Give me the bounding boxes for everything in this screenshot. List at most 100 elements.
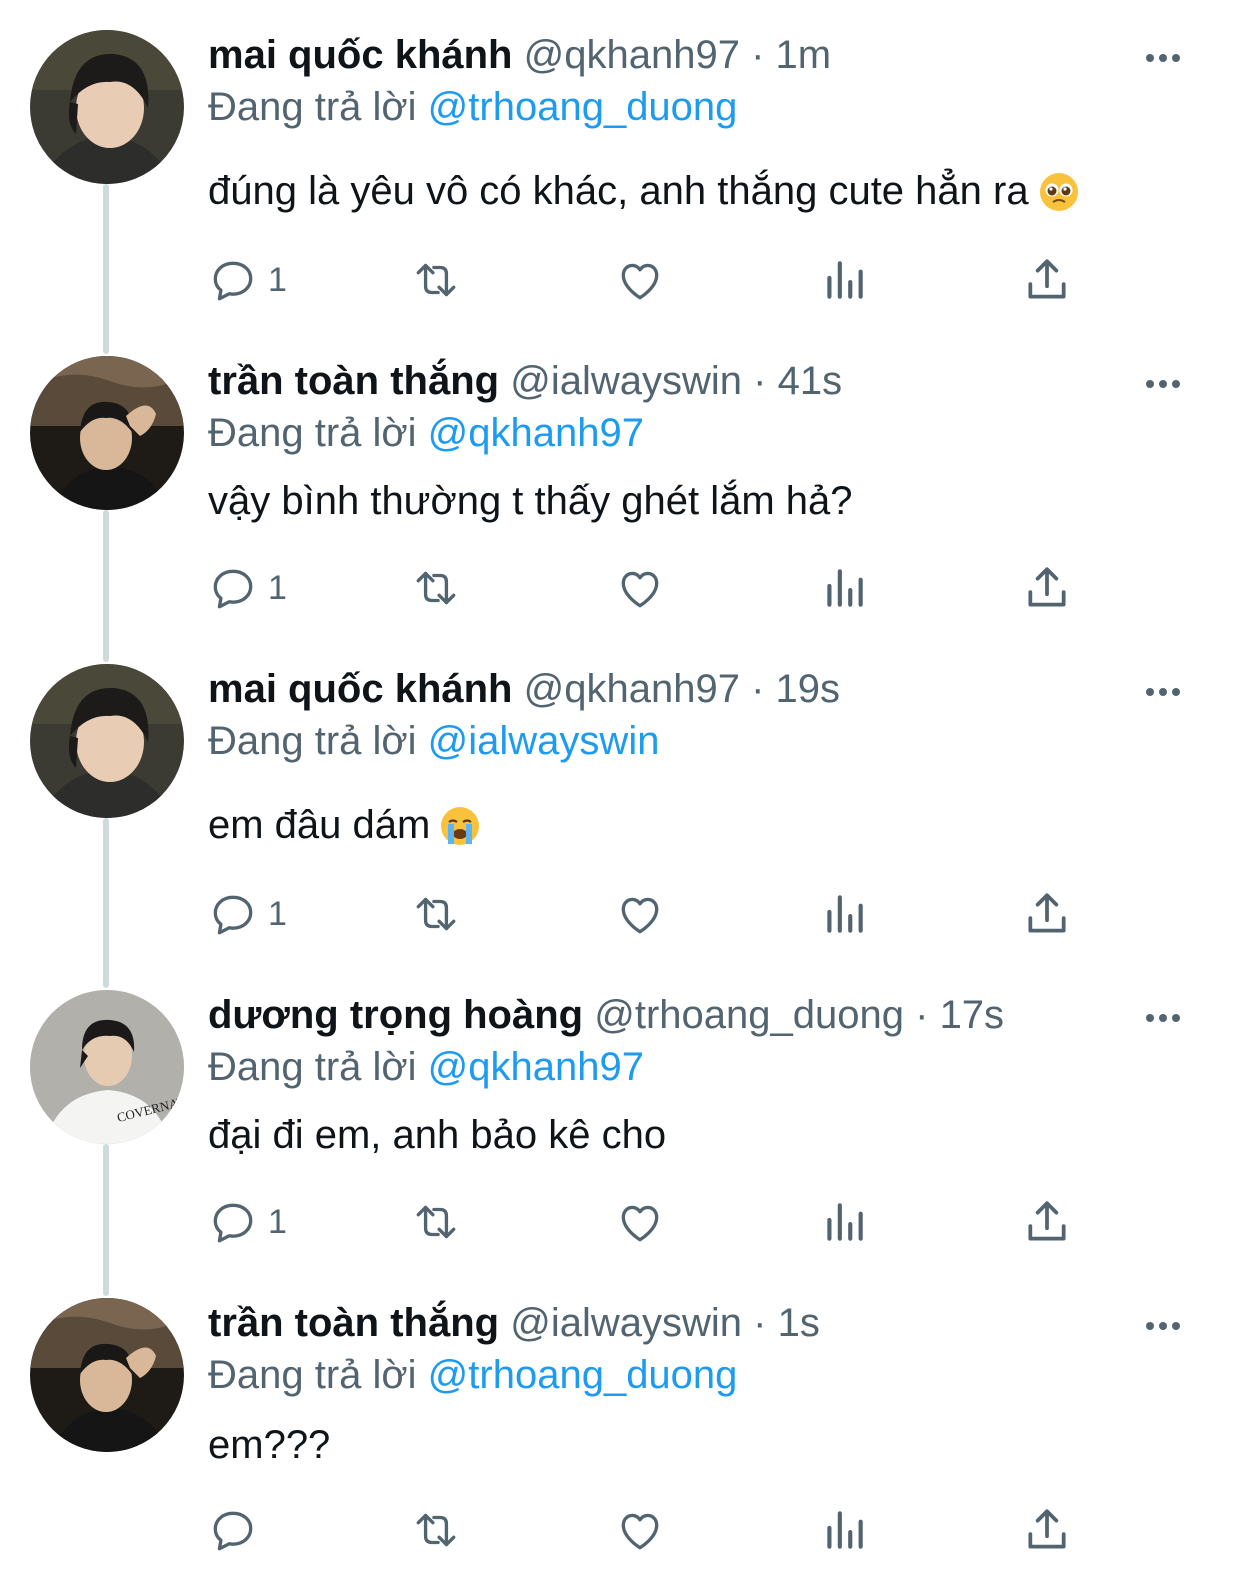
timestamp[interactable]: 41s <box>778 359 843 403</box>
reply-icon <box>213 1203 253 1243</box>
replying-to: Đang trả lời @trhoang_duong <box>208 1350 737 1400</box>
avatar[interactable] <box>30 1298 184 1452</box>
more-options-icon[interactable] <box>1143 38 1183 78</box>
analytics-icon <box>827 569 863 607</box>
mention-link[interactable]: @qkhanh97 <box>428 1045 644 1089</box>
more-options-icon[interactable] <box>1143 672 1183 712</box>
reply-count: 1 <box>268 894 287 933</box>
replying-to: Đang trả lời @trhoang_duong <box>208 82 737 132</box>
reply-button[interactable]: 1 <box>208 252 287 308</box>
share-button[interactable] <box>1022 252 1072 308</box>
analytics-icon <box>827 895 863 933</box>
user-handle[interactable]: @ialwayswin <box>510 1301 742 1345</box>
user-handle[interactable]: @qkhanh97 <box>524 667 740 711</box>
replying-to: Đang trả lời @qkhanh97 <box>208 1042 644 1092</box>
more-options-icon[interactable] <box>1143 364 1183 404</box>
retweet-button[interactable] <box>411 886 461 942</box>
reply-button[interactable]: 1 <box>208 886 287 942</box>
tweet-actions <box>208 1502 1108 1562</box>
more-options-icon[interactable] <box>1143 1306 1183 1346</box>
avatar[interactable] <box>30 664 184 818</box>
retweet-button[interactable] <box>411 560 461 616</box>
tweet[interactable]: mai quốc khánh @qkhanh97 · 19s Đang trả … <box>0 664 1242 964</box>
avatar[interactable]: COVERNAT <box>30 990 184 1144</box>
heart-icon <box>621 1513 659 1550</box>
share-button[interactable] <box>1022 1502 1072 1558</box>
timestamp[interactable]: 19s <box>776 667 841 711</box>
retweet-button[interactable] <box>411 1502 461 1558</box>
like-button[interactable] <box>615 1194 665 1250</box>
heart-icon <box>621 571 659 608</box>
avatar[interactable] <box>30 30 184 184</box>
display-name[interactable]: trần toàn thắng <box>208 359 499 403</box>
avatar-image <box>30 356 184 510</box>
tweet-text: vậy bình thường t thấy ghét lắm hả? <box>208 476 853 526</box>
user-handle[interactable]: @ialwayswin <box>510 359 742 403</box>
retweet-button[interactable] <box>411 252 461 308</box>
avatar[interactable] <box>30 356 184 510</box>
reply-button[interactable] <box>208 1502 268 1558</box>
display-name[interactable]: mai quốc khánh <box>208 667 513 711</box>
tweet-text: đại đi em, anh bảo kê cho <box>208 1110 666 1160</box>
reply-button[interactable]: 1 <box>208 560 287 616</box>
retweet-icon <box>416 571 456 605</box>
tweet-header: mai quốc khánh @qkhanh97 · 1m <box>208 30 1142 80</box>
mention-link[interactable]: @trhoang_duong <box>428 85 738 129</box>
display-name[interactable]: trần toàn thắng <box>208 1301 499 1345</box>
timestamp[interactable]: 17s <box>940 993 1005 1037</box>
tweet-header: mai quốc khánh @qkhanh97 · 19s <box>208 664 1142 714</box>
share-icon <box>1028 1509 1066 1549</box>
tweet-text-content: đúng là yêu vô có khác, anh thắng cute h… <box>208 169 1029 213</box>
loudly-crying-face-emoji-icon <box>440 806 480 858</box>
reply-button[interactable]: 1 <box>208 1194 287 1250</box>
timestamp[interactable]: 1s <box>778 1301 820 1345</box>
share-button[interactable] <box>1022 560 1072 616</box>
tweet[interactable]: trần toàn thắng @ialwayswin · 1s Đang tr… <box>0 1298 1242 1589</box>
retweet-icon <box>416 1205 456 1239</box>
like-button[interactable] <box>615 252 665 308</box>
reply-icon <box>213 261 253 301</box>
mention-link[interactable]: @ialwayswin <box>428 719 660 763</box>
retweet-button[interactable] <box>411 1194 461 1250</box>
replying-prefix: Đang trả lời <box>208 411 417 455</box>
more-options-icon[interactable] <box>1143 998 1183 1038</box>
like-button[interactable] <box>615 560 665 616</box>
tweet-actions: 1 <box>208 886 1108 946</box>
avatar-image <box>30 664 184 818</box>
mention-link[interactable]: @qkhanh97 <box>428 411 644 455</box>
separator-dot: · <box>753 359 767 403</box>
reply-icon <box>213 569 253 609</box>
views-button[interactable] <box>819 1194 869 1250</box>
tweet[interactable]: mai quốc khánh @qkhanh97 · 1m Đang trả l… <box>0 30 1242 330</box>
separator-dot: · <box>751 667 765 711</box>
user-handle[interactable]: @trhoang_duong <box>594 993 904 1037</box>
heart-icon <box>621 263 659 300</box>
tweet[interactable]: trần toàn thắng @ialwayswin · 41s Đang t… <box>0 356 1242 646</box>
views-button[interactable] <box>819 560 869 616</box>
views-button[interactable] <box>819 1502 869 1558</box>
replying-to: Đang trả lời @ialwayswin <box>208 716 659 766</box>
tweet-header: dương trọng hoàng @trhoang_duong · 17s <box>208 990 1142 1040</box>
share-button[interactable] <box>1022 886 1072 942</box>
display-name[interactable]: dương trọng hoàng <box>208 993 583 1037</box>
share-icon <box>1028 893 1066 933</box>
share-icon <box>1028 259 1066 299</box>
tweet-text: em??? <box>208 1420 330 1470</box>
like-button[interactable] <box>615 1502 665 1558</box>
like-button[interactable] <box>615 886 665 942</box>
views-button[interactable] <box>819 252 869 308</box>
avatar-image <box>30 30 184 184</box>
reply-count: 1 <box>268 568 287 607</box>
mention-link[interactable]: @trhoang_duong <box>428 1353 738 1397</box>
share-button[interactable] <box>1022 1194 1072 1250</box>
tweet[interactable]: COVERNAT dương trọng hoàng @trhoang_duon… <box>0 990 1242 1280</box>
views-button[interactable] <box>819 886 869 942</box>
avatar-image: COVERNAT <box>30 990 184 1144</box>
display-name[interactable]: mai quốc khánh <box>208 33 513 77</box>
user-handle[interactable]: @qkhanh97 <box>524 33 740 77</box>
tweet-header: trần toàn thắng @ialwayswin · 1s <box>208 1298 1142 1348</box>
analytics-icon <box>827 1203 863 1241</box>
separator-dot: · <box>915 993 929 1037</box>
timestamp[interactable]: 1m <box>776 33 832 77</box>
tweet-actions: 1 <box>208 560 1108 620</box>
